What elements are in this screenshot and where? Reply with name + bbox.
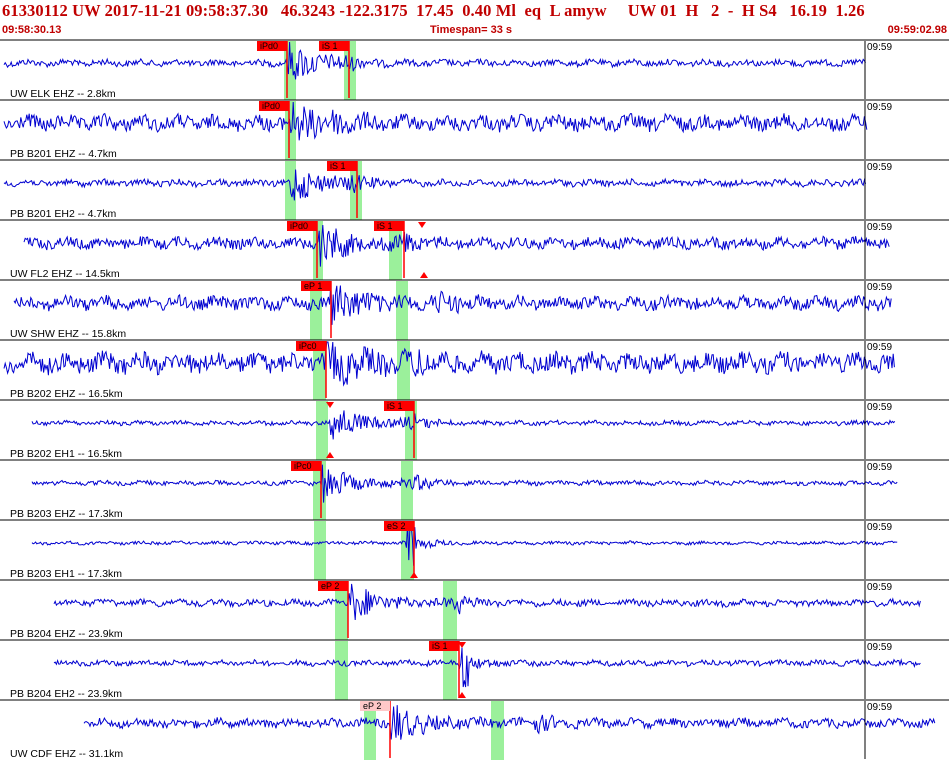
station-label: PB B202 EH1 -- 16.5km <box>10 448 122 460</box>
pick-marker <box>420 272 428 278</box>
waveform <box>13 281 892 325</box>
waveform <box>31 464 898 503</box>
minute-label: 09:59 <box>867 462 892 473</box>
pick-label: eS 2 <box>387 521 406 531</box>
seismogram-plot[interactable]: iPd0 iS 1 09:59 UW ELK EHZ -- 2.8km iPd0 09:5… <box>0 0 949 760</box>
phase-window <box>401 461 413 520</box>
phase-window <box>396 281 408 340</box>
station-label: PB B201 EH2 -- 4.7km <box>10 208 116 220</box>
waveform <box>3 101 868 141</box>
waveform <box>3 169 867 201</box>
minute-label: 09:59 <box>867 342 892 353</box>
station-label: UW ELK EHZ -- 2.8km <box>10 88 116 100</box>
waveform <box>53 583 921 621</box>
station-label: UW FL2 EHZ -- 14.5km <box>10 268 120 280</box>
waveform <box>3 41 867 80</box>
station-label: PB B202 EHZ -- 16.5km <box>10 388 123 400</box>
pick-label: iS 1 <box>330 161 346 171</box>
station-label: PB B201 EHZ -- 4.7km <box>10 148 117 160</box>
station-label: PB B204 EH2 -- 23.9km <box>10 688 122 700</box>
phase-window <box>491 701 504 760</box>
pick-label: iPc0 <box>299 341 317 351</box>
minute-label: 09:59 <box>867 642 892 653</box>
waveform <box>3 341 895 387</box>
pick-label: eP 2 <box>321 581 339 591</box>
phase-window <box>316 401 328 460</box>
phase-window <box>397 341 410 400</box>
pick-label: iS 1 <box>432 641 448 651</box>
waveform <box>53 647 921 688</box>
minute-label: 09:59 <box>867 42 892 53</box>
station-label: PB B204 EHZ -- 23.9km <box>10 628 123 640</box>
station-label: UW CDF EHZ -- 31.1km <box>10 748 123 760</box>
minute-label: 09:59 <box>867 402 892 413</box>
phase-window <box>443 581 457 640</box>
minute-label: 09:59 <box>867 162 892 173</box>
waveform <box>23 224 890 267</box>
pick-label: iPd0 <box>290 221 308 231</box>
waveform <box>31 410 896 440</box>
pick-label: iS 1 <box>322 41 338 51</box>
minute-label: 09:59 <box>867 102 892 113</box>
pick-label: iPd0 <box>260 41 278 51</box>
pick-label: iPc0 <box>294 461 312 471</box>
phase-window <box>314 521 326 580</box>
waveform <box>83 705 936 740</box>
minute-label: 09:59 <box>867 222 892 233</box>
pick-label: iS 1 <box>377 221 393 231</box>
minute-label: 09:59 <box>867 702 892 713</box>
pick-label: eP 1 <box>304 281 322 291</box>
pick-label: eP 2 <box>363 701 381 711</box>
phase-window <box>335 641 348 700</box>
pick-marker <box>418 222 426 228</box>
station-label: UW SHW EHZ -- 15.8km <box>10 328 126 340</box>
minute-label: 09:59 <box>867 282 892 293</box>
pick-label: iPd0 <box>262 101 280 111</box>
minute-label: 09:59 <box>867 582 892 593</box>
minute-label: 09:59 <box>867 522 892 533</box>
pick-label: iS 1 <box>387 401 403 411</box>
waveform <box>31 521 898 566</box>
station-label: PB B203 EHZ -- 17.3km <box>10 508 123 520</box>
station-label: PB B203 EH1 -- 17.3km <box>10 568 122 580</box>
